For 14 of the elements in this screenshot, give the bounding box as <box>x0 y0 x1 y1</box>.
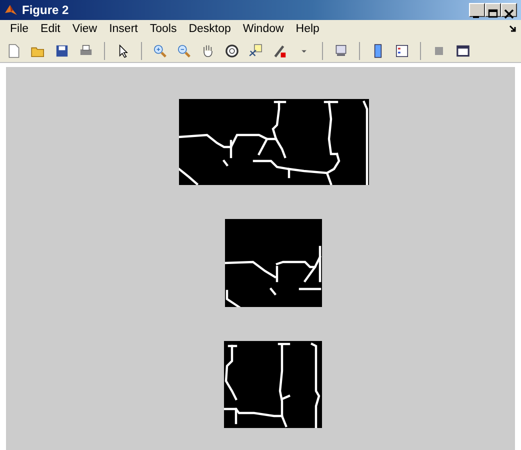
window-title: Figure 2 <box>22 2 69 19</box>
menu-item[interactable]: View <box>66 20 104 38</box>
menu-item[interactable]: Insert <box>103 20 144 38</box>
dock-arrow-icon[interactable] <box>509 24 517 33</box>
menu-item[interactable]: Edit <box>34 20 66 38</box>
menu-item[interactable]: File <box>4 20 35 38</box>
menu-item[interactable]: Window <box>236 20 290 38</box>
maximize-button[interactable] <box>485 3 501 17</box>
menu-item[interactable]: Desktop <box>182 20 237 38</box>
menu-item[interactable]: Tools <box>144 20 183 38</box>
app-logo-icon <box>4 3 18 17</box>
close-button[interactable] <box>501 3 517 17</box>
minimize-button[interactable] <box>469 3 485 17</box>
menu-item[interactable]: Help <box>290 20 326 38</box>
